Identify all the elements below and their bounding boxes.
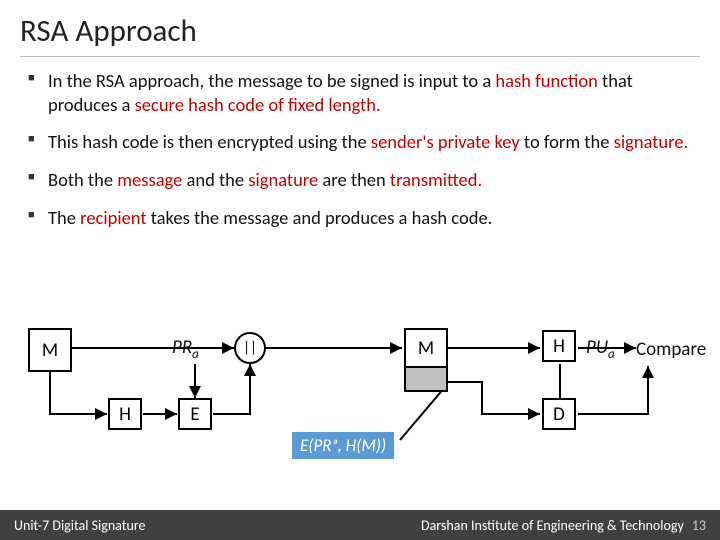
box-e: E xyxy=(178,398,212,430)
box-m-recipient-sig xyxy=(404,368,448,392)
footer-right: Darshan Institute of Engineering & Techn… xyxy=(421,517,706,534)
annotation-epra: E(PRₐ, H(M)) xyxy=(292,432,394,459)
box-h-recipient: H xyxy=(542,330,576,362)
bullet-list: In the RSA approach, the message to be s… xyxy=(28,69,700,229)
label-pua: PUa xyxy=(586,336,615,362)
box-h-sender: H xyxy=(108,398,142,430)
bullet-2: This hash code is then encrypted using t… xyxy=(28,130,700,154)
rsa-diagram: M H PRa E || M H PUa D Compare E(PRₐ, H(… xyxy=(0,322,720,492)
bullet-4: The recipient takes the message and prod… xyxy=(28,206,700,230)
box-m-recipient: M xyxy=(404,328,448,368)
footer-left: Unit-7 Digital Signature xyxy=(14,517,145,534)
bullet-3: Both the message and the signature are t… xyxy=(28,168,700,192)
label-compare: Compare xyxy=(636,338,706,361)
slide-footer: Unit-7 Digital Signature Darshan Institu… xyxy=(0,510,720,540)
box-m-sender: M xyxy=(28,328,72,372)
slide-title: RSA Approach xyxy=(20,12,700,57)
label-pra: PRa xyxy=(172,336,199,362)
bullet-1: In the RSA approach, the message to be s… xyxy=(28,69,700,116)
box-concat: || xyxy=(234,332,266,364)
box-d: D xyxy=(542,398,576,430)
